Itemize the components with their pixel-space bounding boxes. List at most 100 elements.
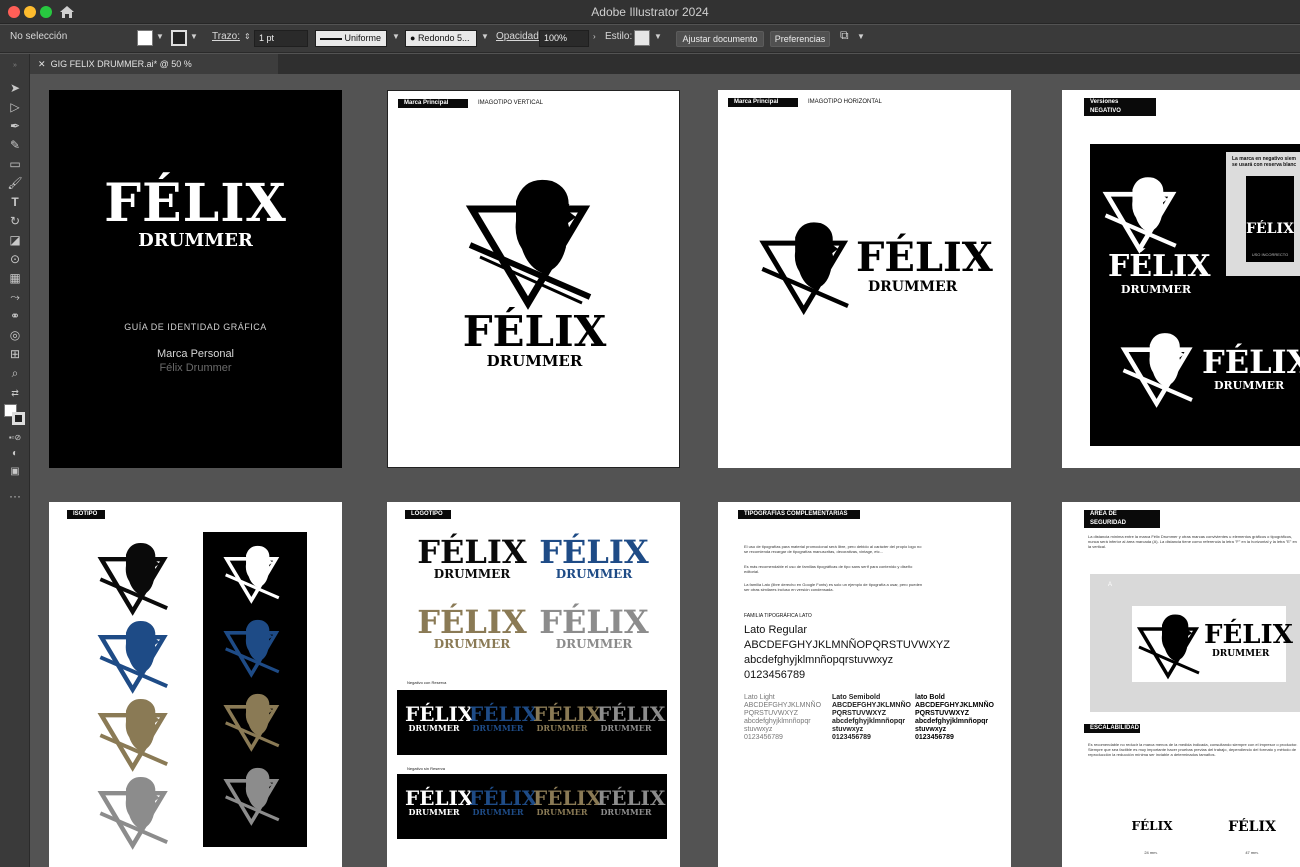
specimen-lower: abcdefghyjklmnñopqr	[832, 718, 906, 725]
negative-logotype-plain: FÉLIX DRUMMER	[597, 786, 666, 817]
safety-paragraph: La distancia mínima entre la marca Félix…	[1088, 534, 1297, 549]
isotype-negative-variants	[223, 542, 287, 842]
fill-swatch[interactable]	[137, 30, 153, 46]
direct-selection-tool-icon[interactable]: ▷	[6, 99, 24, 115]
chevron-down-icon[interactable]: ▼	[190, 32, 198, 41]
chevron-down-icon[interactable]: ▼	[654, 32, 662, 41]
brush-dot-icon: ●	[410, 33, 418, 43]
stroke-swatch[interactable]	[171, 30, 187, 46]
chevron-down-icon[interactable]: ▼	[481, 32, 489, 41]
negative-reserve-label: Negativo con Reserva	[407, 680, 447, 685]
chevron-down-icon[interactable]: ▼	[156, 32, 164, 41]
negative-logotype-plain: FÉLIX DRUMMER	[405, 788, 473, 816]
tools-panel: » ➤ ▷ ✒ ✎ ▭ 🖌 T ↻ ◪ ⊙ ▦ ⤳ ⚭ ◎ ⊞ ⌕ ⇄ ▪▫⊘ …	[0, 54, 30, 867]
stroke-profile-select[interactable]: Uniforme	[315, 30, 387, 47]
incorrect-sample: FÉLIX USO INCORRECTO	[1246, 176, 1294, 262]
specimen-upper: ABCDEFGHYJKLMNÑO	[915, 702, 994, 709]
logo-felix: FÉLIX	[469, 702, 538, 726]
lato-semibold-specimen: Lato Semibold ABCDEFGHYJKLMNÑO PQRSTUVWX…	[832, 694, 917, 742]
stroke-label[interactable]: Trazo:	[212, 31, 240, 42]
close-icon[interactable]: ✕	[38, 59, 46, 69]
specimen-digits: 0123456789	[832, 734, 871, 741]
logo-drummer: DRUMMER	[1214, 379, 1285, 392]
section-label: ESCALABILIDAD	[1084, 724, 1140, 733]
adjust-document-button[interactable]: Ajustar documento	[676, 31, 764, 47]
artboard-canvas[interactable]: FÉLIX DRUMMER GUÍA DE IDENTIDAD GRÁFICA …	[31, 74, 1300, 867]
eraser-tool-icon[interactable]: ◪	[6, 232, 24, 248]
preferences-button[interactable]: Preferencias	[770, 31, 830, 47]
more-tools-icon[interactable]: ···	[6, 488, 24, 504]
stroke-line-icon	[320, 37, 342, 40]
stepper-icon[interactable]: ⇕	[244, 32, 251, 41]
curvature-tool-icon[interactable]: ✎	[6, 137, 24, 153]
logotype-grey: FÉLIX DRUMMER	[539, 606, 649, 650]
min-size-large-label: 47 mm.	[1245, 850, 1259, 855]
logo-drummer: DRUMMER	[472, 807, 524, 817]
lato-light-specimen: Lato Light ABCDEFGHYJKLMNÑO PQRSTUVWXYZ …	[744, 694, 834, 742]
control-bar: No selección ▼ ▼ Trazo: ⇕ 1 pt Uniforme …	[0, 25, 1300, 53]
artboard-vertical-logo[interactable]: Marca Principal IMAGOTIPO VERTICAL FÉLIX…	[387, 90, 680, 468]
chevron-down-icon[interactable]: ▼	[392, 32, 400, 41]
logo-drummer: DRUMMER	[868, 279, 958, 295]
paintbrush-tool-icon[interactable]: 🖌	[6, 175, 24, 191]
negative-logotype-plain: FÉLIX DRUMMER	[533, 788, 601, 817]
swap-colors-icon[interactable]: ⇄	[6, 385, 24, 401]
selection-status: No selección	[10, 31, 68, 42]
rotate-tool-icon[interactable]: ↻	[6, 213, 24, 229]
chevron-right-icon[interactable]: ›	[593, 32, 596, 41]
stroke-weight-input[interactable]: 1 pt	[254, 30, 308, 47]
artboard-horizontal-logo[interactable]: Marca Principal IMAGOTIPO HORIZONTAL FÉL…	[718, 90, 1011, 468]
logo-felix: FÉLIX	[597, 786, 666, 810]
artboard-logotype[interactable]: LOGOTIPO FÉLIX DRUMMER FÉLIX DRUMMER FÉLIX DR…	[387, 502, 680, 867]
blend-tool-icon[interactable]: ⚭	[6, 308, 24, 324]
eyedropper-tool-icon[interactable]: ⤳	[6, 289, 24, 305]
artboard-cover[interactable]: FÉLIX DRUMMER GUÍA DE IDENTIDAD GRÁFICA …	[49, 90, 342, 468]
specimen-upper: ABCDEFGHYJKLMNÑO	[744, 702, 822, 709]
logo-drummer: DRUMMER	[536, 723, 588, 733]
negative-without-reserve-strip: FÉLIX DRUMMER FÉLIX DRUMMER FÉLIX DRUMMER FÉLI…	[397, 774, 667, 839]
gradient-tool-icon[interactable]: ▦	[6, 270, 24, 286]
logo-drummer: DRUMMER	[536, 807, 588, 817]
opacity-input[interactable]: 100%	[539, 30, 589, 47]
rectangle-tool-icon[interactable]: ▭	[6, 156, 24, 172]
arrange-icon[interactable]: ⧉	[840, 28, 849, 43]
pen-tool-icon[interactable]: ✒	[6, 118, 24, 134]
artboard-tool-icon[interactable]: ⊞	[6, 346, 24, 362]
lato-regular-title: Lato Regular	[744, 624, 807, 636]
chevron-down-icon[interactable]: ▼	[857, 32, 865, 41]
incorrect-use-panel: La marca en negativo siem se usará con r…	[1226, 152, 1300, 276]
opacity-label[interactable]: Opacidad:	[496, 31, 542, 42]
artboard-isotype[interactable]: ISOTIPO	[49, 502, 342, 867]
lato-light-title: Lato Light	[744, 694, 775, 701]
typography-paragraph: El uso de tipografías para material prom…	[744, 544, 922, 554]
drummer-isotype-graphic	[223, 545, 280, 604]
specimen-lower: abcdefghyjklmnñopqr	[744, 718, 811, 725]
screen-mode-icon[interactable]: ▣	[6, 464, 24, 480]
typography-paragraph: Es más recomendable el uso de familias t…	[744, 564, 913, 574]
logo-felix: FÉLIX	[1108, 249, 1211, 284]
artboard-negative-versions[interactable]: Versiones NEGATIVO FÉLIX DRUMMER FÉLIX D…	[1062, 90, 1300, 468]
logo-drummer: DRUMMER	[600, 807, 652, 817]
zoom-tool-icon[interactable]: ⌕	[6, 365, 24, 381]
brand-name-subtitle: Félix Drummer	[159, 362, 232, 374]
logo-drummer: DRUMMER	[600, 723, 652, 733]
style-swatch[interactable]	[634, 30, 650, 46]
drummer-isotype-graphic	[97, 698, 168, 772]
negative-panel: FÉLIX DRUMMER FÉLIX DRUMMER La marca en …	[1090, 144, 1300, 446]
panel-collapse-icon[interactable]: »	[6, 58, 24, 74]
isotype-color-variants	[97, 538, 177, 858]
type-tool-icon[interactable]: T	[6, 194, 24, 210]
logo-felix: FÉLIX	[856, 234, 993, 281]
section-label: ÁREA DE SEGURIDAD	[1084, 510, 1160, 528]
draw-mode-icon[interactable]: ◐	[6, 446, 24, 462]
selection-tool-icon[interactable]: ➤	[6, 80, 24, 96]
shape-builder-tool-icon[interactable]: ◎	[6, 327, 24, 343]
brush-select[interactable]: ● Redondo 5...	[405, 30, 477, 47]
specimen-lower: stuvwxyz	[915, 726, 947, 733]
artboard-safety-area[interactable]: ÁREA DE SEGURIDAD La distancia mínima en…	[1062, 502, 1300, 867]
artboard-typography[interactable]: TIPOGRAFÍAS COMPLEMENTARIAS El uso de ti…	[718, 502, 1011, 867]
document-tab[interactable]: ✕ GIG FELIX DRUMMER.ai* @ 50 % (CMYK/Pre…	[30, 54, 278, 89]
lasso-tool-icon[interactable]: ⊙	[6, 251, 24, 267]
stroke-color-swatch[interactable]	[12, 412, 25, 425]
color-modes-icon[interactable]: ▪▫⊘	[6, 430, 24, 446]
